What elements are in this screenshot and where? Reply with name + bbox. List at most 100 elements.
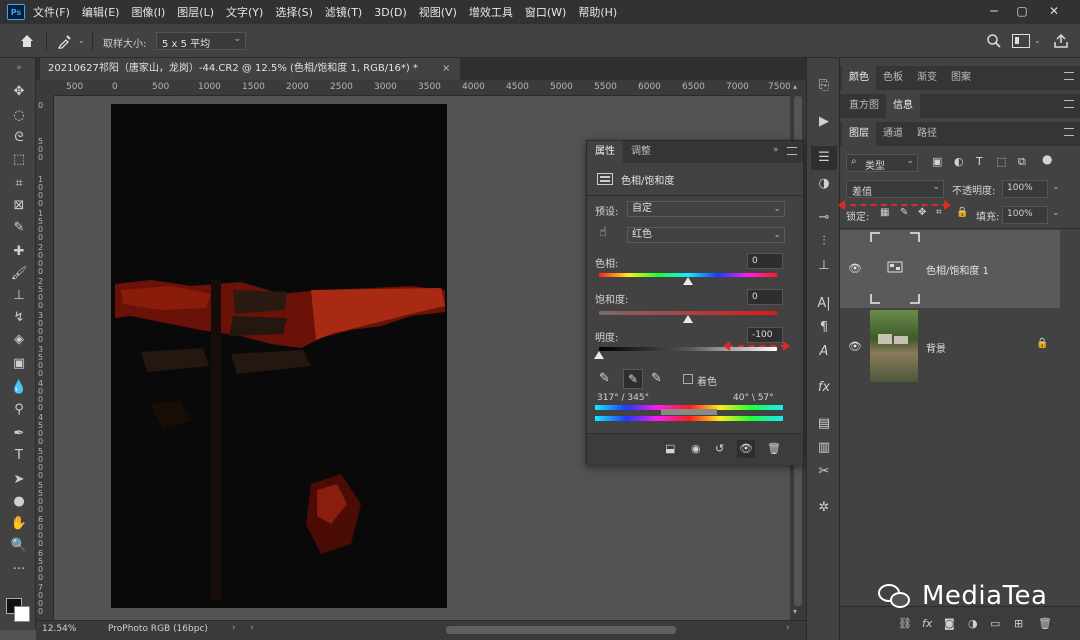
tab-histogram[interactable]: 直方图 (842, 94, 886, 118)
frame-tool-icon[interactable]: ⊠ (9, 196, 29, 216)
layer-row-adjustment[interactable]: 👁 色相/饱和度 1 (840, 230, 1060, 308)
menu-window[interactable]: 窗口(W) (525, 4, 566, 20)
layer-row-background[interactable]: 👁 背景 🔒 (840, 308, 1060, 386)
menu-edit[interactable]: 编辑(E) (82, 4, 120, 20)
preset-select[interactable]: 自定 ⌄ (627, 201, 785, 217)
opacity-input[interactable]: 100% (1002, 180, 1048, 198)
new-layer-icon[interactable]: ⊞ (1014, 617, 1023, 630)
hue-range-selector[interactable] (661, 409, 717, 415)
menu-help[interactable]: 帮助(H) (578, 4, 617, 20)
paragraph-icon[interactable]: ¶ (814, 318, 834, 338)
background-color-swatch[interactable] (14, 606, 30, 622)
filter-toggle-icon[interactable]: ● (1042, 152, 1052, 166)
panel-menu-icon[interactable] (1064, 72, 1074, 80)
type-tool-icon[interactable]: T (9, 446, 29, 466)
layer-mask-icon[interactable]: ◙ (944, 617, 955, 630)
trash-icon[interactable]: 🗑 (767, 442, 781, 455)
new-group-icon[interactable]: ▭ (990, 617, 1000, 630)
close-tab-button[interactable]: × (442, 58, 450, 80)
home-icon[interactable] (18, 32, 36, 50)
menu-plugins[interactable]: 增效工具 (469, 4, 513, 20)
menu-3d[interactable]: 3D(D) (374, 6, 407, 19)
color-circle-icon[interactable]: ◑ (814, 174, 834, 194)
lock-image-icon[interactable]: ✎ (900, 207, 908, 218)
lock-all-icon[interactable]: 🔒 (956, 207, 968, 218)
actions-play-icon[interactable]: ▶ (814, 112, 834, 132)
filter-shape-icon[interactable]: ⬚ (996, 155, 1006, 168)
clone-source-icon[interactable]: ⊥ (814, 256, 834, 276)
libraries-icon[interactable]: ▤ (814, 414, 834, 434)
3d-icon[interactable]: ✲ (814, 498, 834, 518)
healing-tool-icon[interactable]: ✚ (9, 242, 29, 262)
new-adjustment-layer-icon[interactable]: ◑ (968, 617, 978, 630)
lock-position-icon[interactable]: ✥ (918, 207, 926, 218)
workspace-icon[interactable] (1012, 34, 1030, 48)
visibility-eye-icon[interactable]: 👁 (737, 440, 755, 458)
tab-color[interactable]: 颜色 (842, 66, 876, 90)
chevron-down-icon[interactable]: ⌄ (1052, 182, 1060, 192)
zoom-level[interactable]: 12.54% (42, 624, 76, 634)
channel-select[interactable]: 红色 ⌄ (627, 227, 785, 243)
scroll-right-icon[interactable]: › (786, 623, 790, 633)
ellipse-tool-icon[interactable]: ● (9, 492, 29, 512)
maximize-button[interactable]: ▢ (1008, 2, 1036, 20)
eyedropper-tool-icon[interactable]: ✎ (9, 218, 29, 238)
brush-tool-icon[interactable]: 🖌 (9, 264, 29, 284)
panel-menu-icon[interactable] (787, 147, 797, 155)
tab-info[interactable]: 信息 (886, 94, 920, 118)
layer-name[interactable]: 色相/饱和度 1 (926, 262, 989, 277)
brushes-icon[interactable]: ⫶ (814, 232, 834, 252)
filter-smart-object-icon[interactable]: ⧉ (1018, 155, 1026, 169)
eyedropper-icon[interactable]: ✎ (599, 371, 610, 386)
hue-input[interactable]: 0 (747, 253, 783, 269)
blur-tool-icon[interactable]: 💧 (9, 378, 29, 398)
zoom-tool-icon[interactable]: 🔍 (9, 536, 29, 556)
search-icon[interactable] (986, 33, 1002, 49)
more-tools-icon[interactable]: ··· (9, 560, 29, 580)
document-tab[interactable]: 20210627祁阳（唐家山，龙岗）-44.CR2 @ 12.5% (色相/饱和… (40, 58, 460, 80)
tab-paths[interactable]: 路径 (910, 122, 944, 146)
menu-view[interactable]: 视图(V) (419, 4, 457, 20)
blend-mode-select[interactable]: 差值 ⌄ (846, 180, 944, 198)
lasso-tool-icon[interactable]: ᘓ (9, 128, 29, 148)
eyedropper-icon[interactable] (56, 32, 74, 50)
tab-adjustments[interactable]: 调整 (623, 141, 659, 163)
chevron-down-icon[interactable]: ⌄ (1034, 36, 1041, 45)
stamp-tool-icon[interactable]: ⊥ (9, 286, 29, 306)
layer-filter-select[interactable]: ⌕ 类型 ⌄ (846, 154, 918, 172)
menu-filter[interactable]: 滤镜(T) (325, 4, 362, 20)
character-icon[interactable]: A| (814, 294, 834, 314)
saturation-slider-thumb[interactable] (683, 315, 693, 323)
hand-tool-icon[interactable]: ✋ (9, 514, 29, 534)
layer-name[interactable]: 背景 (926, 340, 946, 355)
tab-channels[interactable]: 通道 (876, 122, 910, 146)
notes-icon[interactable]: ▥ (814, 438, 834, 458)
horizontal-scroll-thumb[interactable] (446, 626, 676, 634)
tab-patterns[interactable]: 图案 (944, 66, 978, 90)
saturation-input[interactable]: 0 (747, 289, 783, 305)
history-brush-icon[interactable]: ↯ (9, 308, 29, 328)
pen-tool-icon[interactable]: ✒ (9, 424, 29, 444)
chevron-right-icon[interactable]: › (232, 623, 236, 633)
history-icon[interactable]: ⎘ (814, 76, 834, 96)
lightness-slider-thumb[interactable] (594, 351, 604, 359)
move-tool-icon[interactable]: ✥ (9, 82, 29, 102)
panel-menu-icon[interactable] (1064, 128, 1074, 136)
marquee-tool-icon[interactable]: ◌ (9, 106, 29, 126)
tab-layers[interactable]: 图层 (842, 122, 876, 146)
tab-properties[interactable]: 属性 (587, 141, 623, 163)
trash-icon[interactable]: 🗑 (1038, 617, 1052, 630)
fill-input[interactable]: 100% (1002, 206, 1048, 224)
filter-adjustment-icon[interactable]: ◐ (954, 155, 964, 168)
lock-artboard-icon[interactable]: ⌗ (936, 207, 942, 218)
sample-size-select[interactable]: 5 x 5 平均 ⌄ (156, 32, 246, 50)
eyedropper-plus-icon[interactable]: ✎ (623, 369, 643, 389)
dodge-tool-icon[interactable]: ⚲ (9, 400, 29, 420)
tool-presets-icon[interactable]: ✂ (814, 462, 834, 482)
lightness-slider[interactable] (599, 347, 777, 351)
close-window-button[interactable]: ✕ (1040, 2, 1068, 20)
eyedropper-minus-icon[interactable]: ✎ (651, 371, 662, 386)
chevron-down-icon[interactable]: ⌄ (78, 36, 85, 45)
minimize-button[interactable]: ─ (980, 2, 1008, 20)
object-select-tool-icon[interactable]: ⬚ (9, 150, 29, 170)
